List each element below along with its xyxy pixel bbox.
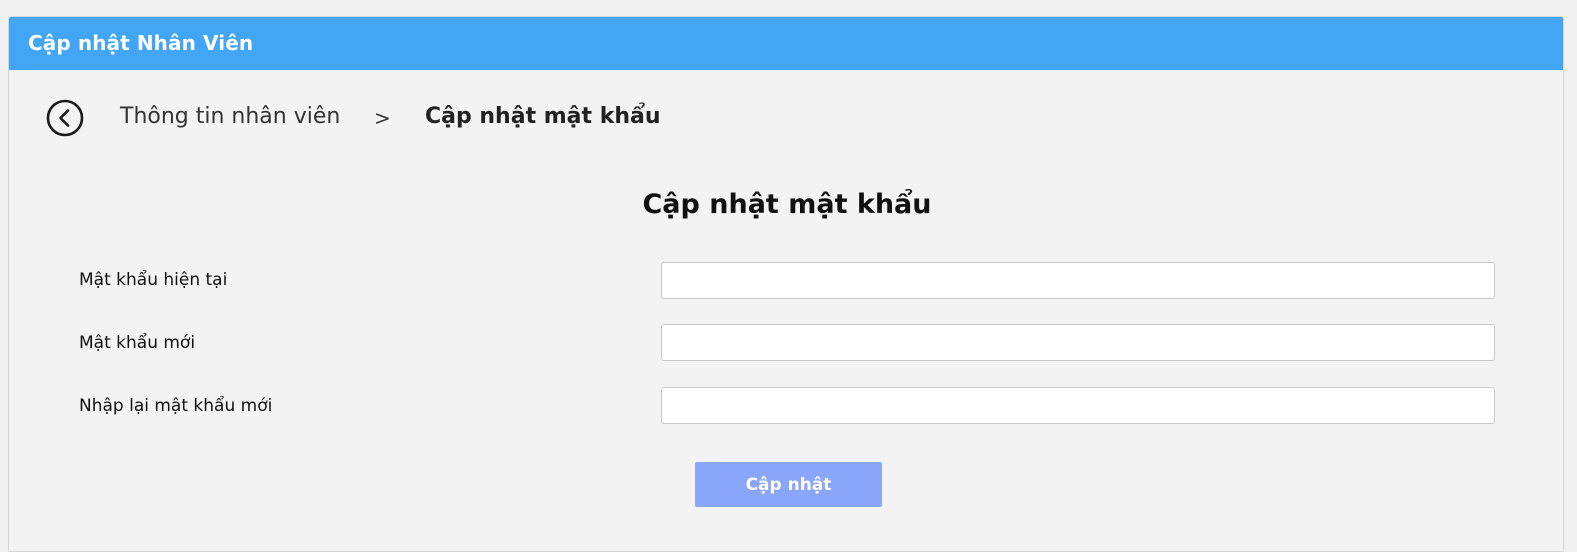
confirm-password-input[interactable] <box>661 387 1495 424</box>
chevron-left-circle-icon <box>46 99 84 137</box>
new-password-input[interactable] <box>661 324 1495 361</box>
update-employee-window: Cập nhật Nhân Viên Thông tin nhân viên >… <box>8 16 1564 552</box>
update-button[interactable]: Cập nhật <box>695 462 882 507</box>
new-password-label: Mật khẩu mới <box>79 333 196 353</box>
back-button[interactable] <box>46 99 84 137</box>
window-title: Cập nhật Nhân Viên <box>28 31 254 55</box>
current-password-label: Mật khẩu hiện tại <box>79 270 228 290</box>
breadcrumb-separator: > <box>374 106 391 130</box>
confirm-password-label: Nhập lại mật khẩu mới <box>79 396 273 416</box>
breadcrumb-parent-link[interactable]: Thông tin nhân viên <box>120 104 340 129</box>
window-titlebar: Cập nhật Nhân Viên <box>9 17 1563 70</box>
breadcrumb-current: Cập nhật mật khẩu <box>425 104 661 129</box>
current-password-input[interactable] <box>661 262 1495 299</box>
form-title: Cập nhật mật khẩu <box>642 189 932 220</box>
